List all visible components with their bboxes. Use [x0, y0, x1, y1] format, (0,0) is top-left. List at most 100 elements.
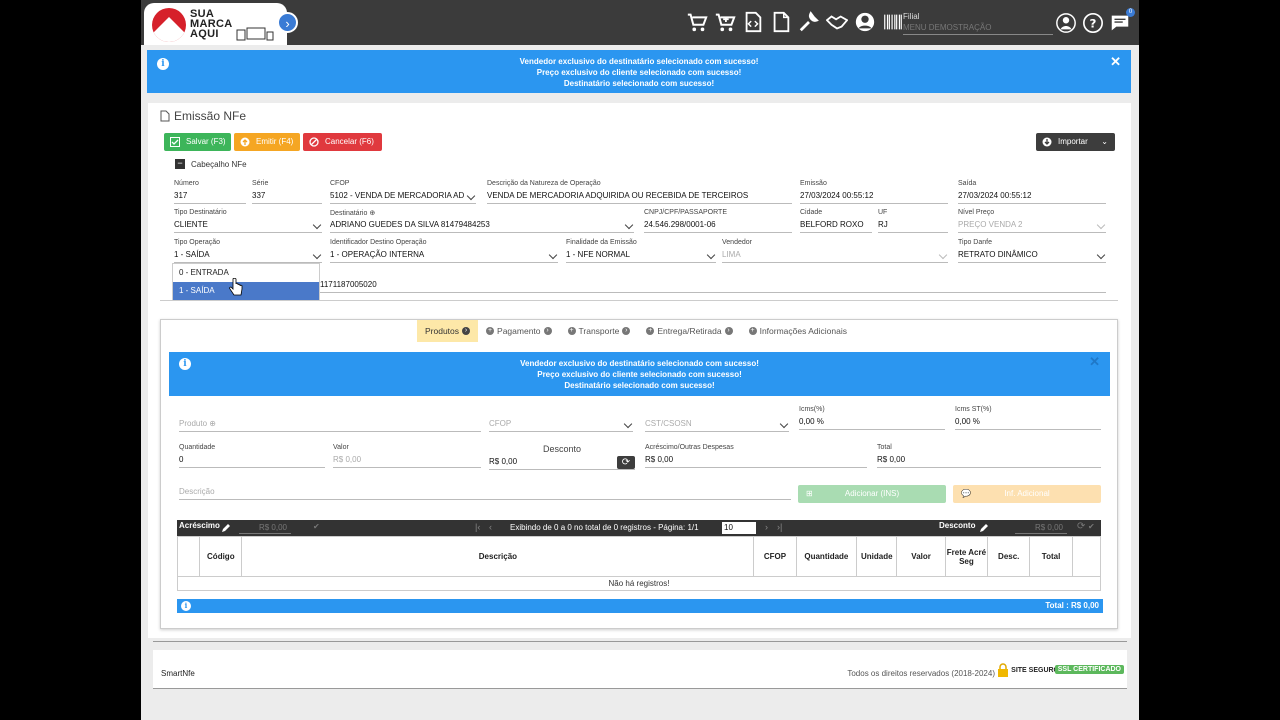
- icms-input[interactable]: 0,00 %: [799, 416, 945, 430]
- tab-transporte[interactable]: + Transporte ›: [560, 320, 639, 342]
- tipo-destinatario-label: Tipo Destinatário: [174, 209, 227, 216]
- prev-page-icon[interactable]: ‹: [489, 522, 492, 532]
- column-header-unidade[interactable]: Unidade: [856, 536, 898, 577]
- column-header-frete[interactable]: Frete Acré Seg: [944, 536, 989, 577]
- help-icon[interactable]: ?: [1082, 12, 1104, 34]
- vendedor-select[interactable]: LIMA: [722, 249, 948, 263]
- nivel-preco-select[interactable]: PREÇO VENDA 2: [958, 219, 1106, 233]
- uf-input[interactable]: RJ: [878, 219, 948, 233]
- dropdown-option[interactable]: 0 - ENTRADA: [173, 264, 319, 282]
- wrench-icon[interactable]: [798, 11, 820, 33]
- refresh-icon[interactable]: ⟳: [1077, 521, 1085, 532]
- emit-button[interactable]: Emitir (F4): [234, 133, 300, 151]
- tipo-operacao-select[interactable]: 1 - SAÍDA: [174, 249, 322, 263]
- produto-cfop-select[interactable]: CFOP: [489, 418, 633, 432]
- info-icon: i: [157, 58, 169, 70]
- close-icon[interactable]: ✕: [1089, 355, 1100, 368]
- serie-field: Série 337: [252, 180, 322, 204]
- check-icon[interactable]: ✔: [313, 522, 320, 531]
- tipo-operacao-dropdown: 0 - ENTRADA 1 - SAÍDA: [172, 263, 320, 301]
- serie-input[interactable]: 337: [252, 190, 322, 204]
- emissao-input[interactable]: 27/03/2024 00:55:12: [800, 190, 948, 204]
- alert-line: Destinatário selecionado com sucesso!: [563, 79, 715, 88]
- column-header-quantidade[interactable]: Quantidade: [795, 536, 858, 577]
- refresh-icon[interactable]: ⟳: [617, 456, 635, 469]
- cnpj-input[interactable]: 24.546.298/0001-06: [644, 219, 792, 233]
- toolbar-icons: [686, 11, 904, 33]
- partial-field-value[interactable]: 1171187005020: [320, 280, 377, 289]
- cart-plus-icon[interactable]: [714, 11, 736, 33]
- first-page-icon[interactable]: |‹: [475, 522, 480, 532]
- tab-pagamento[interactable]: + Pagamento ›: [478, 320, 559, 342]
- column-header-total[interactable]: Total: [1029, 536, 1073, 577]
- column-header-cfop[interactable]: CFOP: [753, 536, 797, 577]
- alert-line: Preço exclusivo do cliente selecionado c…: [537, 370, 742, 379]
- destinatario-select[interactable]: ADRIANO GUEDES DA SILVA 81479484253: [330, 219, 634, 233]
- page-size-select[interactable]: 10: [722, 522, 756, 534]
- produto-input[interactable]: Produto ⊕: [179, 418, 481, 432]
- filial-select[interactable]: MENU DEMOSTRAÇÃO: [903, 23, 1053, 35]
- grid-acrescimo-input[interactable]: R$ 0,00: [239, 522, 291, 534]
- check-icon[interactable]: ✔: [1088, 522, 1095, 531]
- quantidade-input[interactable]: 0: [179, 454, 325, 468]
- dropdown-option-selected[interactable]: 1 - SAÍDA: [173, 282, 319, 300]
- numero-input[interactable]: 317: [174, 190, 246, 204]
- notifications-button[interactable]: 0: [1109, 8, 1135, 36]
- desconto-field: Desconto R$ 0,00 ⟳: [489, 444, 635, 470]
- destino-operacao-select[interactable]: 1 - OPERAÇÃO INTERNA: [330, 249, 558, 263]
- notification-badge: 0: [1126, 8, 1135, 17]
- header-section-toggle[interactable]: − Cabeçalho NFe: [175, 159, 247, 169]
- cidade-input[interactable]: BELFORD ROXO: [800, 219, 872, 233]
- tab-informacoes[interactable]: + Informações Adicionais: [741, 320, 855, 342]
- import-button[interactable]: Importar ⌄: [1036, 133, 1115, 151]
- tab-produtos[interactable]: Produtos ›: [417, 320, 479, 342]
- icms-st-input[interactable]: 0,00 %: [955, 416, 1101, 430]
- save-button[interactable]: Salvar (F3): [164, 133, 231, 151]
- code-file-icon[interactable]: [742, 11, 764, 33]
- tipo-destinatario-select[interactable]: CLIENTE: [174, 219, 322, 233]
- handshake-icon[interactable]: [826, 11, 848, 33]
- desconto-input[interactable]: R$ 0,00: [489, 456, 635, 470]
- tab-entrega[interactable]: + Entrega/Retirada ›: [638, 320, 740, 342]
- pencil-icon[interactable]: [221, 523, 231, 533]
- valor-input[interactable]: R$ 0,00: [333, 454, 481, 468]
- add-item-button[interactable]: ⊞ Adicionar (INS): [798, 485, 946, 503]
- cst-select[interactable]: CST/CSOSN: [645, 418, 789, 432]
- user-circle-icon[interactable]: [854, 11, 876, 33]
- quantidade-field: Quantidade 0: [179, 444, 325, 468]
- natureza-input[interactable]: VENDA DE MERCADORIA ADQUIRIDA OU RECEBID…: [487, 190, 792, 204]
- sidebar-toggle-button[interactable]: ›: [277, 12, 298, 33]
- cancel-button[interactable]: Cancelar (F6): [303, 133, 382, 151]
- barcode-icon[interactable]: [882, 11, 904, 33]
- document-icon[interactable]: [770, 11, 792, 33]
- alert-line: Vendedor exclusivo do destinatário selec…: [519, 57, 759, 66]
- plus-square-icon: ⊞: [806, 489, 813, 498]
- brand-logo[interactable]: SUA MARCA AQUI: [144, 3, 287, 45]
- next-page-icon[interactable]: ›: [765, 522, 768, 532]
- pencil-icon[interactable]: [979, 523, 989, 533]
- finalidade-label: Finalidade da Emissão: [566, 239, 637, 246]
- acrescimo-input[interactable]: R$ 0,00: [645, 454, 867, 468]
- plus-circle-icon[interactable]: ⊕: [209, 419, 216, 428]
- tab-label: Pagamento: [497, 326, 541, 336]
- cfop-select[interactable]: 5102 - VENDA DE MERCADORIA AD: [330, 190, 476, 204]
- tipo-danfe-select[interactable]: RETRATO DINÂMICO: [958, 249, 1106, 263]
- column-header-descricao[interactable]: Descrição: [241, 536, 755, 577]
- tab-label: Informações Adicionais: [759, 326, 847, 336]
- column-header-desc[interactable]: Desc.: [987, 536, 1031, 577]
- additional-info-button[interactable]: 💬 Inf. Adicional: [953, 485, 1101, 503]
- grid-desconto-input[interactable]: R$ 0,00: [1015, 522, 1067, 534]
- plus-circle-icon[interactable]: ⊕: [369, 210, 375, 217]
- column-header-valor[interactable]: Valor: [896, 536, 946, 577]
- saida-input[interactable]: 27/03/2024 00:55:12: [958, 190, 1106, 204]
- descricao-input[interactable]: Descrição: [179, 486, 791, 500]
- ban-icon: [309, 137, 319, 147]
- user-profile-icon[interactable]: [1055, 12, 1077, 34]
- finalidade-select[interactable]: 1 - NFE NORMAL: [566, 249, 716, 263]
- column-header-codigo[interactable]: Código: [199, 536, 243, 577]
- info-icon: i: [179, 358, 191, 370]
- total-input[interactable]: R$ 0,00: [877, 454, 1101, 468]
- last-page-icon[interactable]: ›|: [777, 522, 782, 532]
- cart-icon[interactable]: [686, 11, 708, 33]
- close-icon[interactable]: ✕: [1110, 55, 1121, 68]
